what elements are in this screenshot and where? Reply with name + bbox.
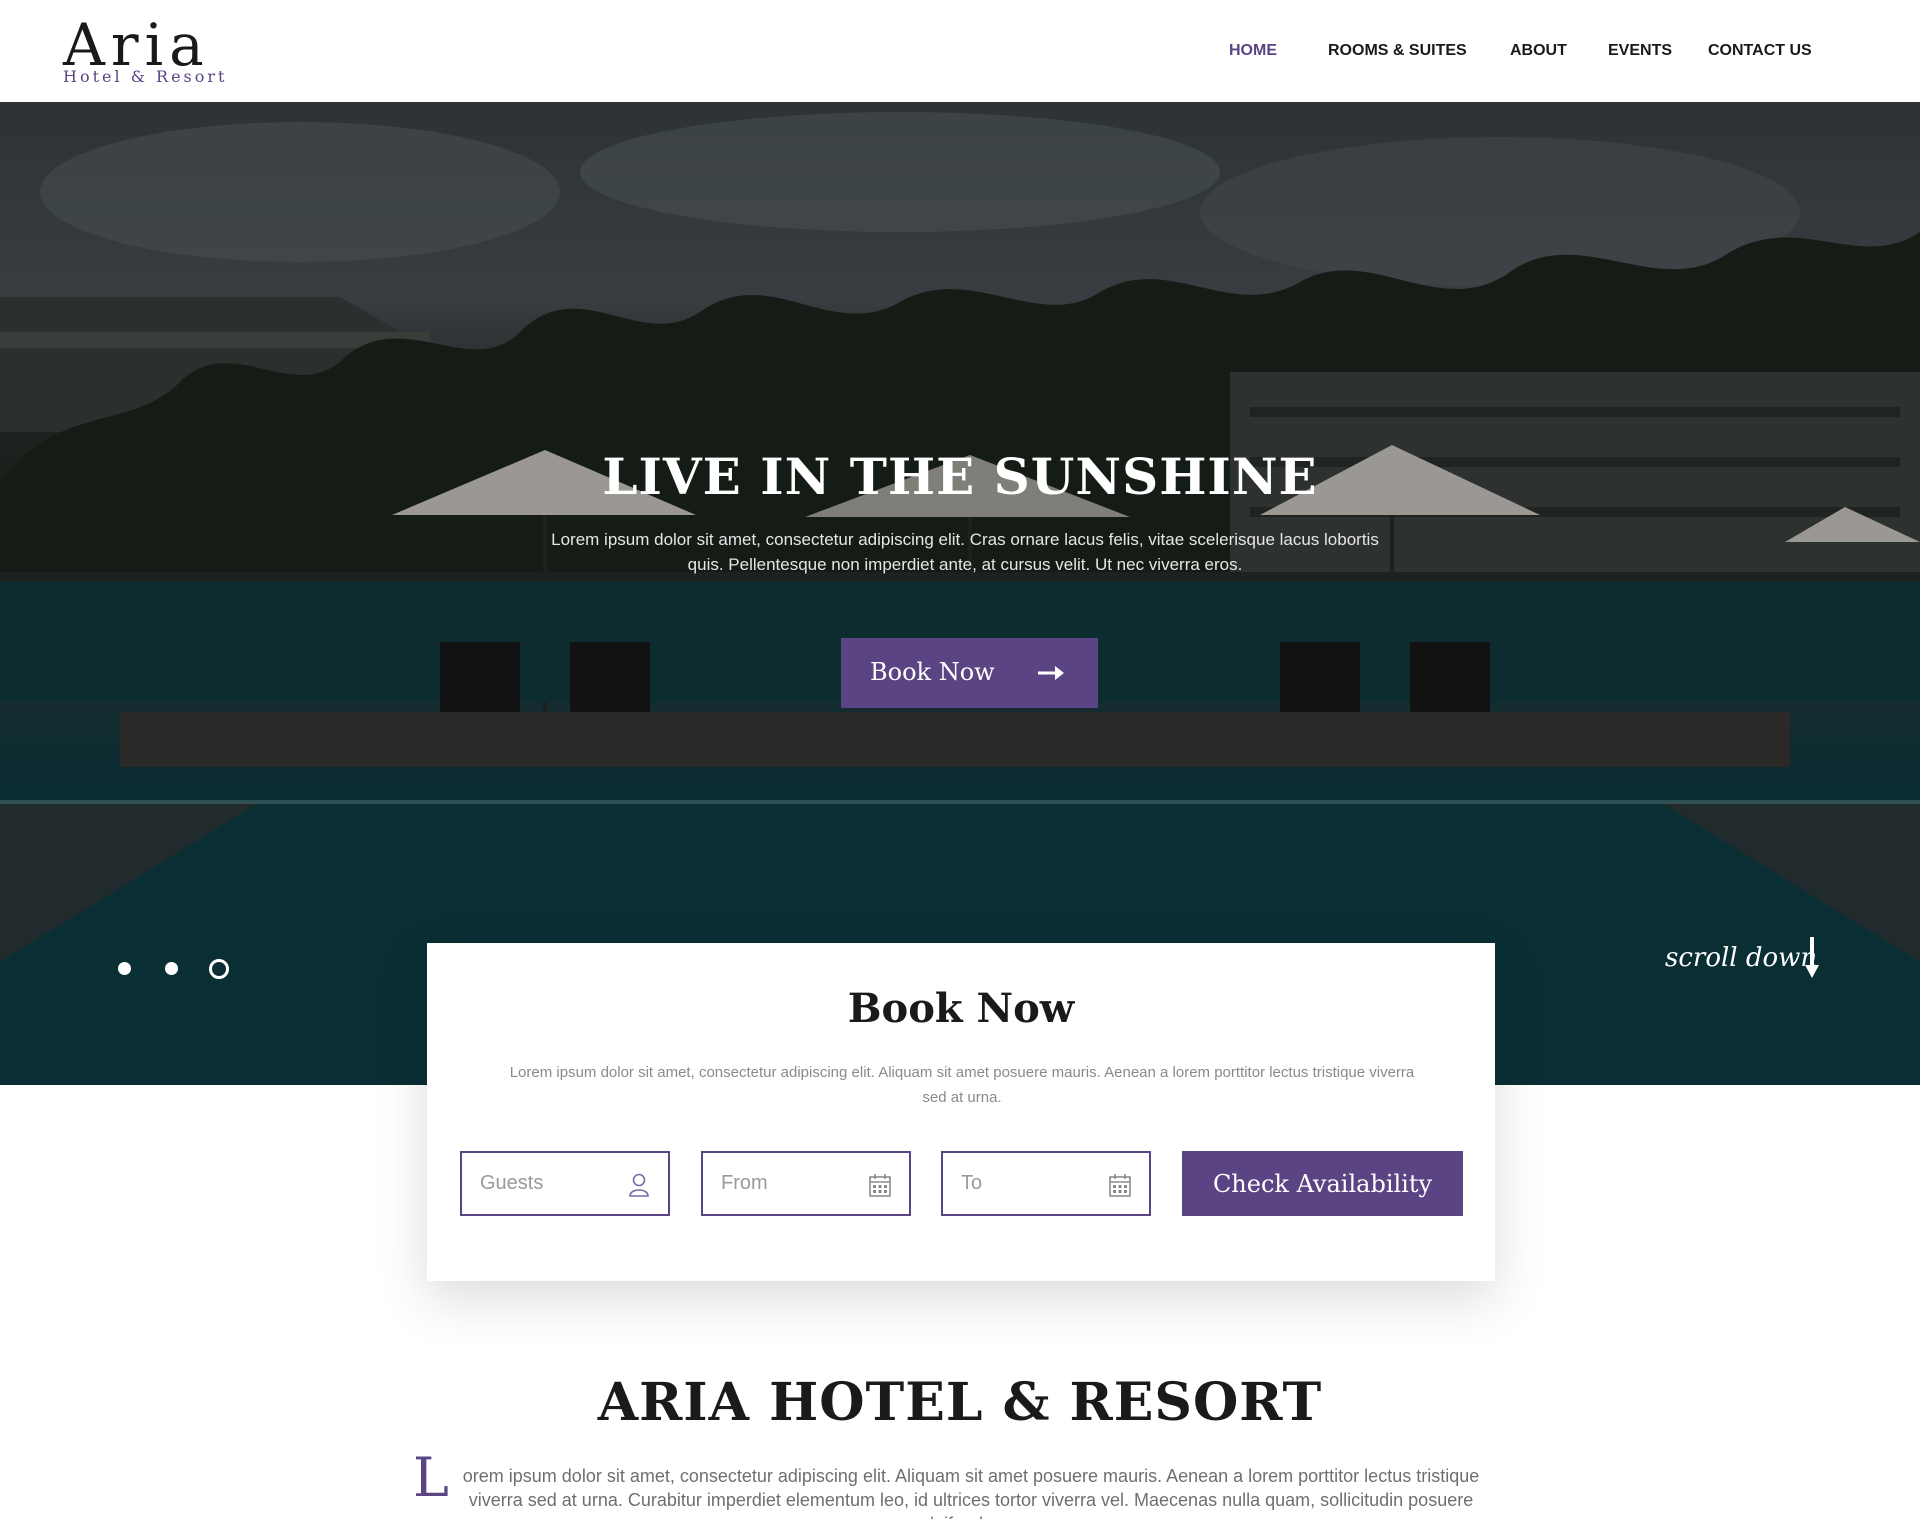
guests-field [460,1151,670,1216]
hero-book-now-label: Book Now [870,658,995,686]
booking-title: Book Now [847,985,1075,1032]
nav-item-rooms-suites[interactable]: ROOMS & SUITES [1328,42,1467,60]
from-date-field [701,1151,911,1216]
check-availability-label: Check Availability [1212,1169,1433,1198]
calendar-icon[interactable] [1109,1173,1131,1197]
booking-card: Book Now Lorem ipsum dolor sit amet, con… [427,943,1495,1281]
slider-dots [115,957,235,981]
to-date-field [941,1151,1151,1216]
about-dropcap: L [413,1446,449,1509]
nav-item-about[interactable]: ABOUT [1510,42,1567,60]
nav-item-events[interactable]: EVENTS [1608,42,1672,60]
guests-input[interactable] [480,1153,620,1214]
booking-text: Lorem ipsum dolor sit amet, consectetur … [509,1064,1415,1106]
hero-slider: LIVE IN THE SUNSHINE Lorem ipsum dolor s… [0,102,1920,1085]
about-title: ARIA HOTEL & RESORT [597,1372,1323,1433]
scroll-down-label: scroll down [1665,943,1818,973]
check-availability-button[interactable]: Check Availability [1182,1151,1463,1216]
nav-item-home[interactable]: HOME [1229,42,1277,60]
calendar-icon[interactable] [869,1173,891,1197]
hero-heading: LIVE IN THE SUNSHINE [602,447,1318,506]
about-text: orem ipsum dolor sit amet, consectetur a… [462,1466,1480,1519]
logo[interactable]: Aria Hotel & Resort [63,12,224,92]
arrow-right-icon [1038,666,1064,680]
slider-dot-2[interactable] [165,962,178,975]
site-header: Aria Hotel & Resort HOME ROOMS & SUITES … [0,0,1920,102]
from-date-input[interactable] [721,1153,861,1214]
arrow-down-icon [1805,937,1819,978]
to-date-input[interactable] [961,1153,1101,1214]
slider-dot-3[interactable] [209,959,229,979]
hero-book-now-button[interactable]: Book Now [841,638,1098,708]
hero-text: Lorem ipsum dolor sit amet, consectetur … [551,530,1379,574]
nav-item-contact-us[interactable]: CONTACT US [1708,42,1812,60]
slider-dot-1[interactable] [118,962,131,975]
logo-tagline: Hotel & Resort [63,67,228,86]
user-icon [629,1173,649,1197]
hero-overlay [0,102,1920,1085]
scroll-down-link[interactable]: scroll down [1665,937,1835,981]
